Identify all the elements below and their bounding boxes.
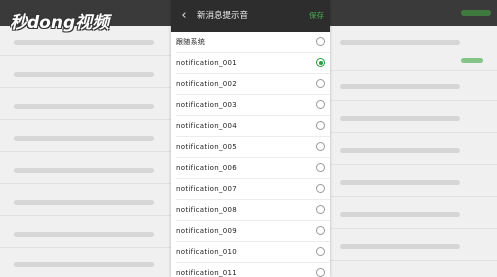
sound-option-row[interactable]: notification_005 xyxy=(171,137,330,158)
save-button[interactable]: 保存 xyxy=(309,10,324,22)
radio-unchecked-icon[interactable] xyxy=(316,37,325,46)
background-left-blurred xyxy=(0,0,171,277)
sound-option-row[interactable]: notification_009 xyxy=(171,221,330,242)
watermark-logo: 秒dong视频 xyxy=(10,13,110,33)
radio-unchecked-icon[interactable] xyxy=(316,268,325,277)
background-right-blurred xyxy=(330,0,497,277)
radio-unchecked-icon[interactable] xyxy=(316,226,325,235)
sound-option-label: notification_008 xyxy=(176,206,238,214)
sound-option-row[interactable]: notification_007 xyxy=(171,179,330,200)
background-row xyxy=(14,262,154,267)
sound-option-row[interactable]: notification_008 xyxy=(171,200,330,221)
background-row xyxy=(340,84,460,89)
sound-option-row[interactable]: notification_001 xyxy=(171,53,330,74)
radio-unchecked-icon[interactable] xyxy=(316,100,325,109)
background-separator xyxy=(0,55,171,56)
background-separator xyxy=(0,119,171,120)
sound-option-label: notification_005 xyxy=(176,143,238,151)
sound-option-row[interactable]: notification_002 xyxy=(171,74,330,95)
background-row xyxy=(340,148,460,153)
back-arrow-icon[interactable]: ‹ xyxy=(177,8,191,24)
radio-unchecked-icon[interactable] xyxy=(316,142,325,151)
background-row xyxy=(340,40,460,45)
sound-option-row[interactable]: notification_011 xyxy=(171,263,330,277)
background-row xyxy=(14,72,154,77)
background-row xyxy=(340,212,460,217)
sound-option-row[interactable]: notification_003 xyxy=(171,95,330,116)
radio-unchecked-icon[interactable] xyxy=(316,121,325,130)
radio-checked-icon[interactable] xyxy=(316,58,325,67)
background-row xyxy=(14,104,154,109)
background-separator xyxy=(330,100,497,101)
background-row xyxy=(340,180,460,185)
background-separator xyxy=(330,164,497,165)
sound-option-label: notification_001 xyxy=(176,59,238,67)
background-row xyxy=(340,244,460,249)
sound-option-row[interactable]: 跟随系统 xyxy=(171,32,330,53)
background-toggle xyxy=(461,58,483,63)
background-separator xyxy=(0,247,171,248)
background-row xyxy=(14,200,154,205)
background-separator xyxy=(330,196,497,197)
background-separator xyxy=(330,132,497,133)
radio-unchecked-icon[interactable] xyxy=(316,163,325,172)
background-separator xyxy=(0,151,171,152)
background-separator xyxy=(0,87,171,88)
background-row xyxy=(14,168,154,173)
radio-unchecked-icon[interactable] xyxy=(316,247,325,256)
notification-sound-panel: ‹ 新消息提示音 保存 跟随系统 notification_001 notifica… xyxy=(171,0,330,277)
background-right-topbar xyxy=(330,0,497,26)
page-title: 新消息提示音 xyxy=(197,11,249,21)
sound-option-label: notification_011 xyxy=(176,269,238,277)
background-row xyxy=(14,232,154,237)
sound-option-label: notification_004 xyxy=(176,122,238,130)
sound-option-label: notification_010 xyxy=(176,248,238,256)
background-row xyxy=(14,136,154,141)
background-row xyxy=(340,116,460,121)
background-separator xyxy=(330,260,497,261)
sound-option-label: notification_003 xyxy=(176,101,238,109)
sound-option-row[interactable]: notification_004 xyxy=(171,116,330,137)
background-save-bar xyxy=(461,10,491,16)
sound-option-row[interactable]: notification_006 xyxy=(171,158,330,179)
background-separator xyxy=(330,228,497,229)
sound-option-label: 跟随系统 xyxy=(176,38,206,46)
radio-unchecked-icon[interactable] xyxy=(316,184,325,193)
sound-option-label: notification_009 xyxy=(176,227,238,235)
radio-unchecked-icon[interactable] xyxy=(316,205,325,214)
header-bar: ‹ 新消息提示音 保存 xyxy=(171,0,330,32)
background-separator xyxy=(0,215,171,216)
background-separator xyxy=(330,70,497,71)
background-separator xyxy=(0,183,171,184)
background-row xyxy=(14,40,154,45)
sound-option-label: notification_002 xyxy=(176,80,238,88)
radio-unchecked-icon[interactable] xyxy=(316,79,325,88)
sound-option-label: notification_007 xyxy=(176,185,238,193)
sound-option-label: notification_006 xyxy=(176,164,238,172)
sound-option-row[interactable]: notification_010 xyxy=(171,242,330,263)
